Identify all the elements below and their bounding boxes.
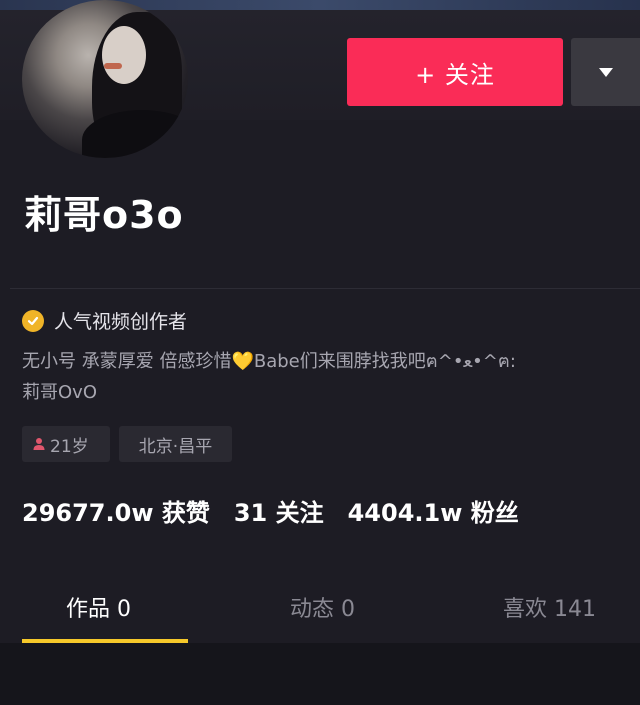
age-tag-label: 21岁	[50, 436, 89, 457]
stats-row: 29677.0w 获赞 31 关注 4404.1w 粉丝	[22, 493, 519, 528]
location-tag: 北京·昌平	[119, 426, 232, 462]
divider	[10, 288, 640, 289]
verified-label: 人气视频创作者	[54, 311, 188, 333]
age-tag: 21岁	[22, 426, 110, 462]
more-dropdown-button[interactable]	[571, 38, 640, 106]
fans-stat[interactable]: 4404.1w 粉丝	[348, 499, 519, 527]
profile-tabs: 作品 0 动态 0 喜欢 141	[0, 585, 640, 643]
bio-line-1: 无小号 承蒙厚爱 倍感珍惜💛Babe们来围脖找我吧ฅ^•ﻌ•^ฅ:	[22, 351, 516, 372]
following-stat[interactable]: 31 关注	[234, 499, 324, 527]
location-tag-label: 北京·昌平	[138, 436, 213, 457]
profile-name: 莉哥o3o	[24, 193, 184, 237]
tab-activity[interactable]: 动态 0	[290, 591, 355, 623]
bio: 无小号 承蒙厚爱 倍感珍惜💛Babe们来围脖找我吧ฅ^•ﻌ•^ฅ: 莉哥OvO	[22, 346, 622, 408]
verified-row: 人气视频创作者	[22, 307, 187, 334]
follow-button[interactable]: + 关注	[347, 38, 563, 106]
follow-button-label: + 关注	[415, 60, 495, 89]
avatar[interactable]	[22, 0, 188, 158]
tab-works[interactable]: 作品 0	[66, 591, 131, 623]
likes-stat[interactable]: 29677.0w 获赞	[22, 499, 210, 527]
tab-likes[interactable]: 喜欢 141	[503, 591, 596, 623]
person-icon	[33, 438, 45, 450]
bio-line-2: 莉哥OvO	[22, 382, 97, 403]
check-badge-icon	[22, 309, 44, 332]
caret-down-icon	[598, 67, 613, 77]
content-area	[0, 643, 640, 705]
